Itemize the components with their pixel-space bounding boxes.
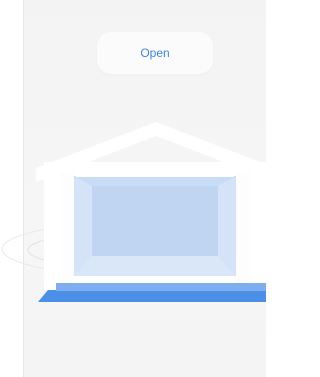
garage-platform [38, 290, 266, 302]
left-pillar [60, 172, 74, 290]
right-pillar [236, 172, 250, 290]
garage-door-screen: Open [0, 0, 266, 377]
garage-step [56, 283, 266, 291]
garage-back-wall [92, 186, 218, 256]
garage-illustration [1, 122, 266, 302]
garage-floor [74, 256, 236, 276]
door-top-edge [76, 174, 234, 177]
